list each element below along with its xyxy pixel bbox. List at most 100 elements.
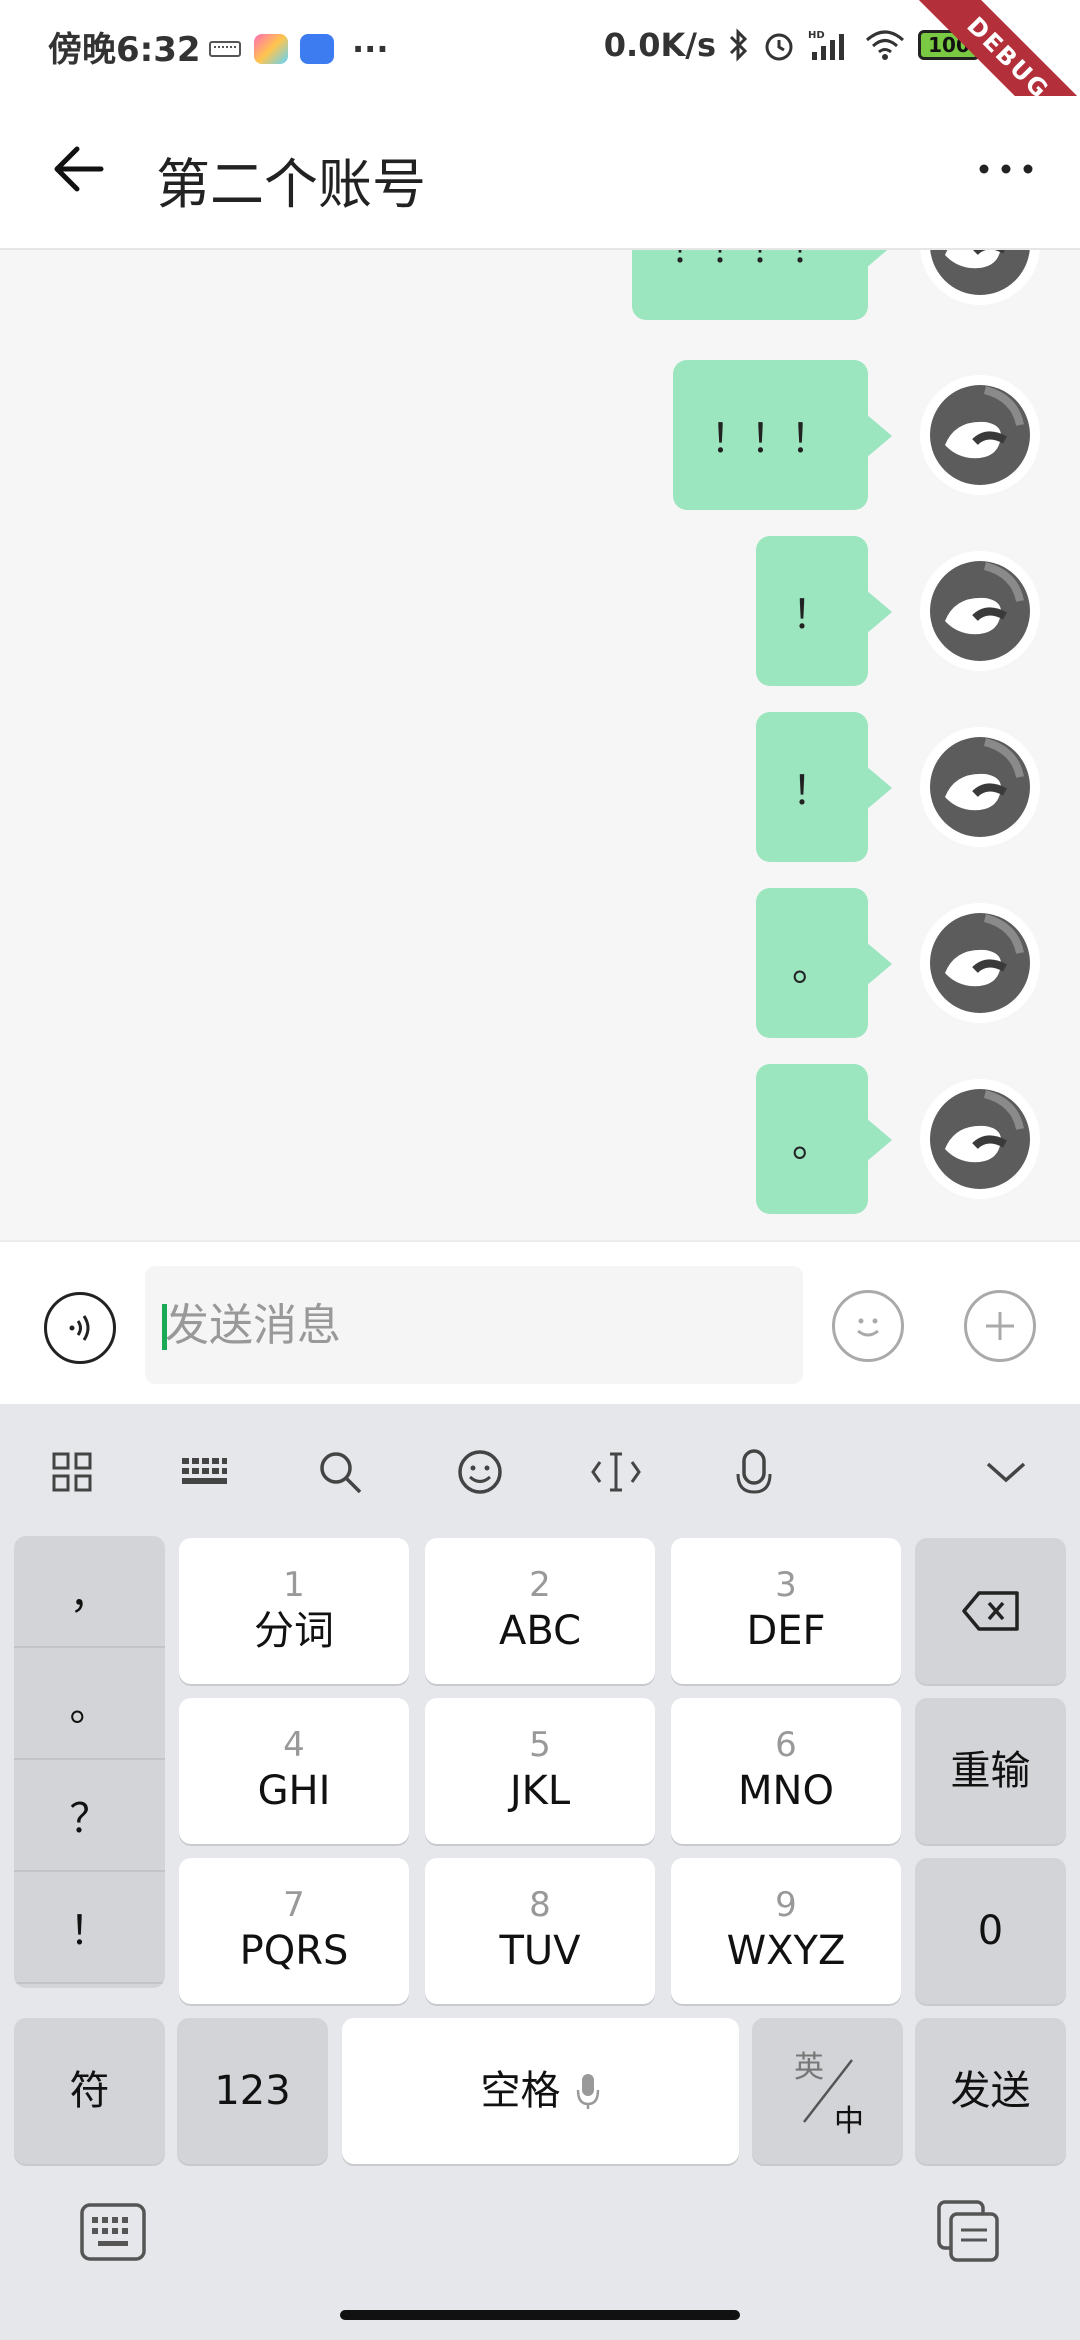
keyboard-status-icon	[209, 41, 241, 57]
back-button[interactable]	[44, 134, 114, 204]
kb-tool-search[interactable]	[308, 1440, 372, 1504]
user-avatar-icon	[930, 1089, 1030, 1189]
key-label: 发送	[950, 2068, 1031, 2114]
language-switch-key[interactable]: 英 中	[752, 2018, 903, 2164]
search-icon	[320, 1452, 362, 1494]
message-row: 。	[756, 1064, 1040, 1214]
key-4[interactable]: 4 GHI	[179, 1698, 409, 1844]
avatar[interactable]	[920, 903, 1040, 1023]
arrow-left-icon	[54, 146, 104, 192]
backspace-key[interactable]	[915, 1538, 1066, 1684]
emoji-button[interactable]	[832, 1290, 904, 1362]
key-label: GHI	[257, 1768, 331, 1814]
numbers-key[interactable]: 123	[177, 2018, 328, 2164]
send-key[interactable]: 发送	[915, 2018, 1066, 2164]
avatar[interactable]	[920, 250, 1040, 305]
kb-tool-grid[interactable]	[40, 1440, 104, 1504]
key-number: 2	[529, 1565, 551, 1605]
key-number: 5	[529, 1725, 551, 1765]
smile-icon	[857, 1318, 879, 1337]
key-label: 空格	[480, 2068, 561, 2114]
key-number: 8	[529, 1885, 551, 1925]
key-label: 符	[69, 2068, 110, 2114]
key-label: WXYZ	[726, 1928, 846, 1974]
keyboard-toolbar	[0, 1404, 1080, 1536]
kb-tool-layout[interactable]	[172, 1440, 236, 1504]
key-number: 1	[283, 1565, 305, 1605]
avatar[interactable]	[920, 551, 1040, 671]
avatar[interactable]	[920, 375, 1040, 495]
avatar[interactable]	[920, 1079, 1040, 1199]
message-bubble[interactable]: ！！！！	[632, 250, 892, 320]
clipboard-icon	[937, 2200, 999, 2262]
key-label: 分词	[254, 1608, 334, 1654]
message-bubble[interactable]: ！	[756, 712, 892, 862]
message-bubble[interactable]: 。	[756, 888, 892, 1038]
key-label: 0	[977, 1908, 1004, 1954]
key-number: 9	[775, 1885, 797, 1925]
key-label: TUV	[499, 1928, 581, 1974]
punct-key[interactable]: ！	[14, 1872, 165, 1984]
status-bar: 傍晚6:32 ··· 0.0K/s HD 100 DEBUG	[0, 0, 1080, 180]
key-2[interactable]: 2 ABC	[425, 1538, 655, 1684]
lang-zh-label: 中	[834, 2104, 864, 2139]
punct-key[interactable]: ，	[14, 1536, 165, 1648]
key-label: 123	[214, 2068, 291, 2114]
alarm-icon	[765, 33, 793, 61]
key-number: 4	[283, 1725, 305, 1765]
chat-message-list[interactable]: ！！！！ ！！！ ！ ！ 。 。	[0, 250, 1080, 1240]
app-bar: 第二个账号	[0, 96, 1080, 250]
key-label: 重输	[950, 1748, 1031, 1794]
switch-keyboard-button[interactable]	[78, 2200, 148, 2264]
user-avatar-icon	[930, 913, 1030, 1013]
retype-key[interactable]: 重输	[915, 1698, 1066, 1844]
key-label: DEF	[746, 1608, 826, 1654]
more-actions-button[interactable]	[964, 1290, 1036, 1362]
more-options-button[interactable]	[966, 134, 1046, 204]
message-input[interactable]	[145, 1266, 803, 1384]
kb-tool-collapse[interactable]	[974, 1440, 1038, 1504]
message-row: 。	[756, 888, 1040, 1038]
keyboard-icon	[80, 2203, 146, 2261]
message-bubble[interactable]: ！！！	[673, 360, 892, 510]
key-8[interactable]: 8 TUV	[425, 1858, 655, 2004]
key-5[interactable]: 5 JKL	[425, 1698, 655, 1844]
soft-keyboard: ， 。 ？ ！ 1 分词 2 ABC 3 DEF 4 GHI 5 JKL 6 M…	[0, 1404, 1080, 2340]
key-3[interactable]: 3 DEF	[671, 1538, 901, 1684]
message-row: ！！！！	[632, 250, 1040, 320]
cursor-icon	[591, 1452, 641, 1492]
keyboard-grid-icon	[182, 1458, 227, 1484]
key-7[interactable]: 7 PQRS	[179, 1858, 409, 2004]
smile-icon	[458, 1450, 502, 1494]
key-label: PQRS	[239, 1928, 349, 1974]
game-app-icon	[254, 34, 288, 64]
plus-icon	[986, 1312, 1014, 1340]
punct-key[interactable]: 。	[14, 1648, 165, 1760]
backspace-icon	[961, 1591, 1019, 1631]
key-1[interactable]: 1 分词	[179, 1538, 409, 1684]
key-9[interactable]: 9 WXYZ	[671, 1858, 901, 2004]
key-number: 3	[775, 1565, 797, 1605]
punctuation-list[interactable]: ， 。 ？ ！	[14, 1536, 165, 1988]
space-key[interactable]: 空格	[342, 2018, 739, 2164]
message-row: ！	[756, 536, 1040, 686]
punct-key[interactable]: ？	[14, 1760, 165, 1872]
message-bubble[interactable]: ！	[756, 536, 892, 686]
key-6[interactable]: 6 MNO	[671, 1698, 901, 1844]
home-indicator[interactable]	[340, 2310, 740, 2320]
chevron-down-icon	[986, 1462, 1026, 1483]
kb-tool-cursor[interactable]	[584, 1440, 648, 1504]
kb-tool-voice[interactable]	[722, 1440, 786, 1504]
avatar[interactable]	[920, 727, 1040, 847]
page-title: 第二个账号	[156, 153, 426, 216]
message-row: ！	[756, 712, 1040, 862]
message-bubble[interactable]: 。	[756, 1064, 892, 1214]
clipboard-button[interactable]	[934, 2198, 1002, 2264]
key-label: MNO	[738, 1768, 834, 1814]
status-right: 0.0K/s HD 100	[604, 26, 980, 64]
voice-input-button[interactable]	[44, 1292, 116, 1364]
kb-tool-emoji[interactable]	[448, 1440, 512, 1504]
grid-icon	[52, 1452, 92, 1492]
zero-key[interactable]: 0	[915, 1858, 1066, 2004]
symbols-key[interactable]: 符	[14, 2018, 165, 2164]
